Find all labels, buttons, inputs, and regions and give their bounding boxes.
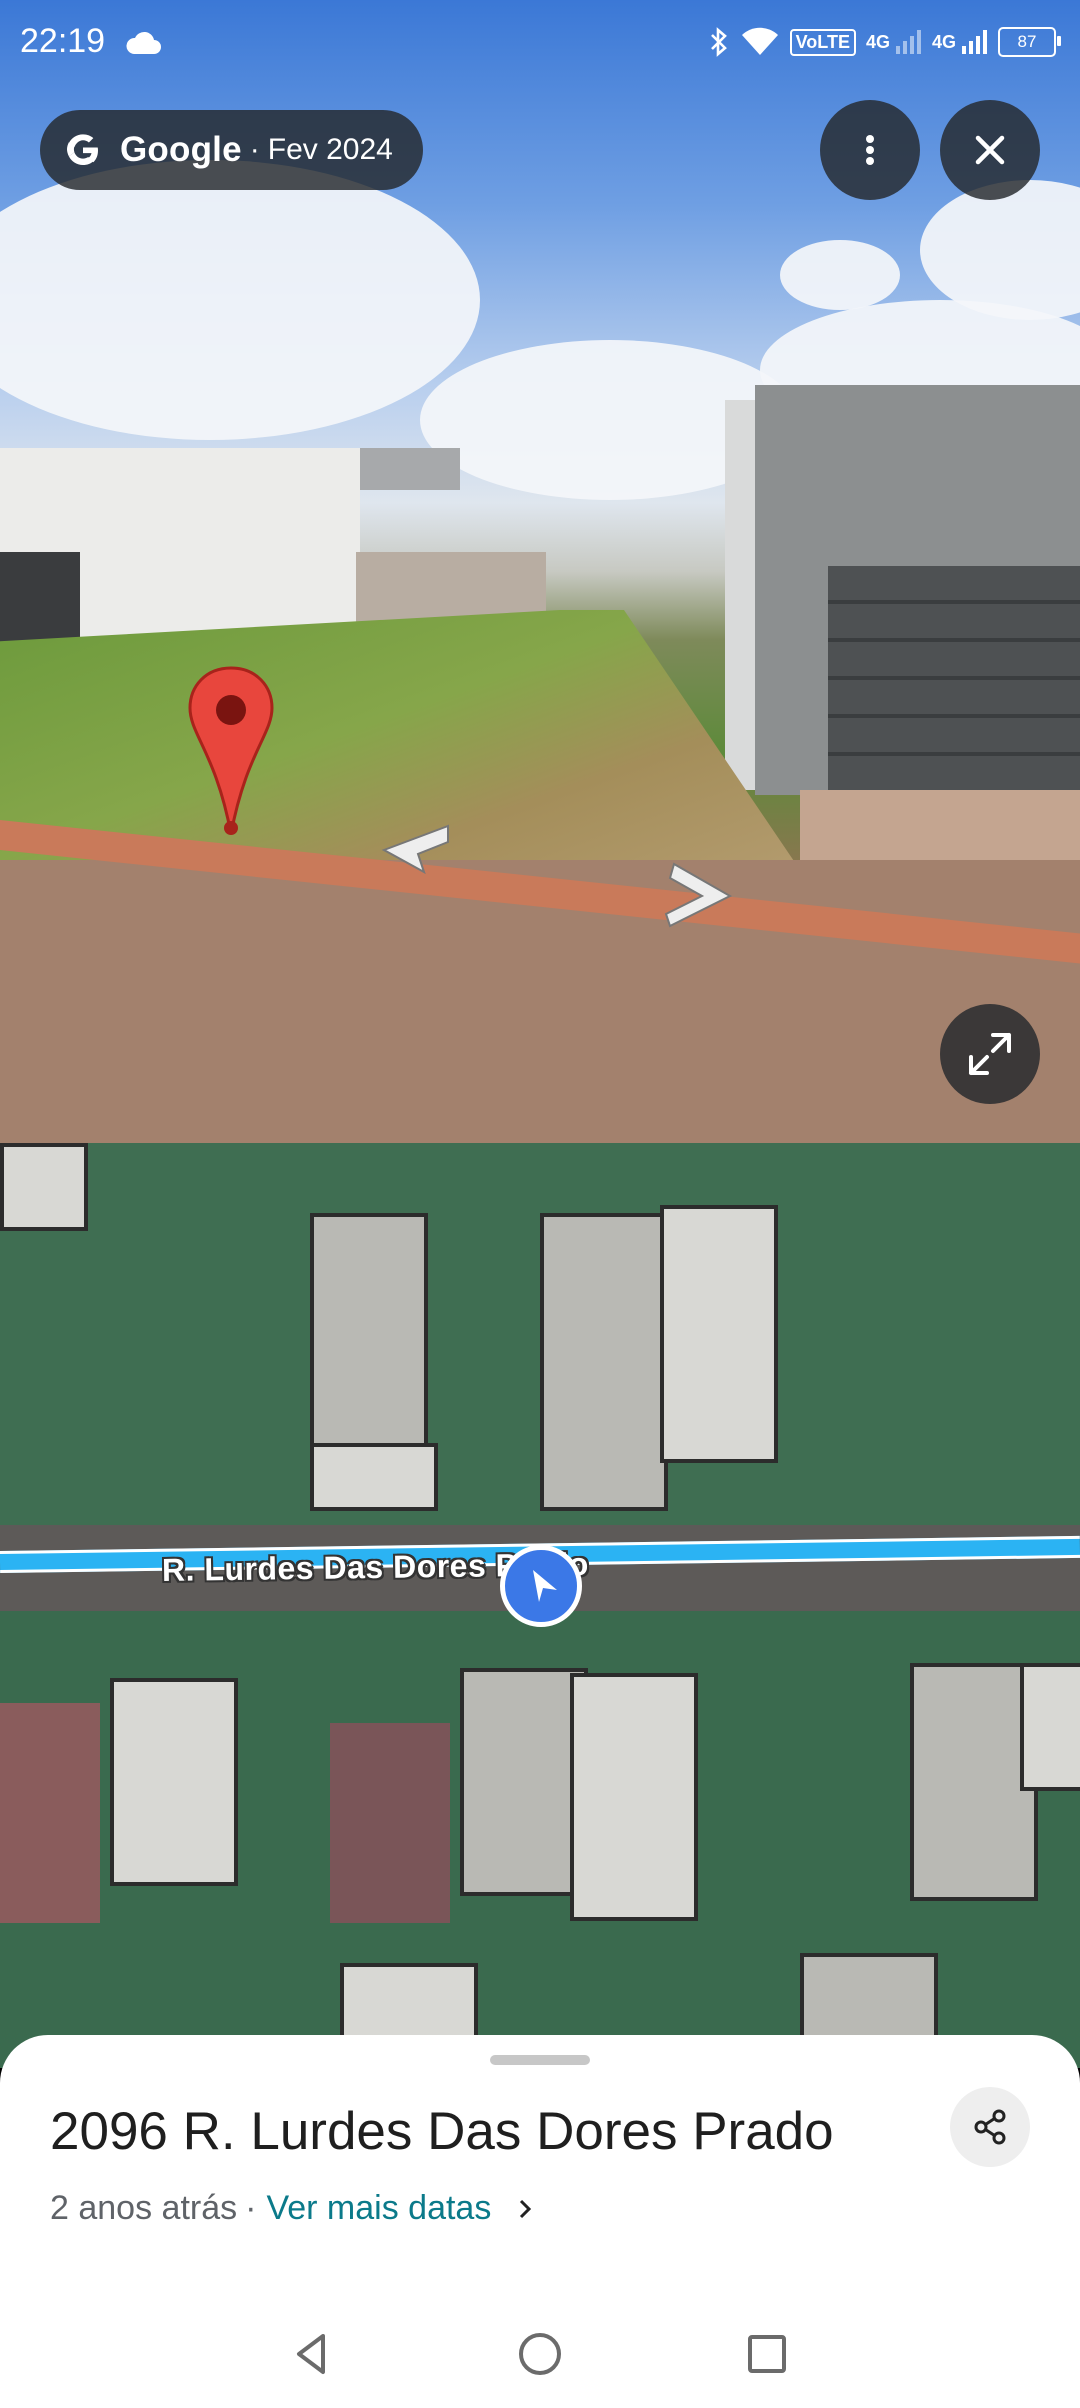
- location-marker[interactable]: [500, 1545, 582, 1627]
- share-icon: [974, 2109, 1006, 2145]
- imagery-age: 2 anos atrás: [50, 2189, 238, 2227]
- system-nav-bar: [0, 2300, 1080, 2408]
- bluetooth-icon: [710, 27, 727, 57]
- navigation-arrow-icon: [533, 1570, 557, 1602]
- imagery-date-chip[interactable]: Google · Fev 2024: [40, 110, 423, 190]
- back-icon[interactable]: [289, 2330, 337, 2378]
- expand-icon: [969, 1033, 1011, 1075]
- building-roof: [910, 1663, 1038, 1901]
- building-roof: [310, 1213, 428, 1461]
- status-bar: 22:19 VoLTE 4G 4G 87: [0, 0, 1080, 90]
- close-button[interactable]: [940, 100, 1040, 200]
- cloud-icon: [126, 31, 161, 54]
- satellite-map[interactable]: R. Lurdes Das Dores Prado: [0, 1143, 1080, 2068]
- building-roof: [1020, 1663, 1080, 1791]
- building-roof: [310, 1443, 438, 1511]
- lot: [330, 1723, 450, 1923]
- battery-level: 87: [1017, 32, 1037, 51]
- building-roof: [540, 1213, 668, 1511]
- nav-arrow-right-icon[interactable]: [660, 862, 732, 928]
- network-type: 4G: [931, 31, 956, 52]
- expand-button[interactable]: [940, 1004, 1040, 1104]
- network-type: 4G: [865, 31, 890, 52]
- building-roof: [570, 1673, 698, 1921]
- recents-icon[interactable]: [743, 2330, 791, 2378]
- more-vert-icon: [866, 135, 874, 165]
- cloud: [920, 180, 1080, 320]
- close-icon: [975, 135, 1005, 165]
- building-roof: [0, 1143, 88, 1231]
- imagery-date: Fev 2024: [267, 133, 393, 166]
- signal-icon: [962, 30, 987, 54]
- more-dates-link[interactable]: Ver mais datas: [266, 2189, 491, 2228]
- separator: ·: [245, 2189, 257, 2227]
- map-pin-icon: [188, 666, 274, 835]
- building-roof: [660, 1205, 778, 1463]
- cloud: [780, 240, 900, 310]
- nav-arrow-left-icon[interactable]: [378, 824, 450, 874]
- drag-handle[interactable]: [490, 2055, 590, 2065]
- lot: [0, 1703, 100, 1923]
- garage-door: [828, 566, 1080, 816]
- share-button[interactable]: [950, 2087, 1030, 2167]
- brand-label: Google: [120, 130, 242, 169]
- street-view-panorama[interactable]: Google · Fev 2024: [0, 0, 1080, 1143]
- building-roof: [460, 1668, 588, 1896]
- battery-indicator: 87: [998, 27, 1061, 57]
- chevron-right-icon[interactable]: [513, 2197, 537, 2221]
- google-g-icon: [67, 134, 98, 165]
- more-options-button[interactable]: [820, 100, 920, 200]
- home-icon[interactable]: [516, 2330, 564, 2378]
- signal-icon: [895, 30, 921, 54]
- wifi-icon: [741, 27, 778, 55]
- cloud: [0, 160, 480, 440]
- building-roof: [110, 1678, 238, 1886]
- place-title: 2096 R. Lurdes Das Dores Prado: [50, 2102, 834, 2161]
- clock: 22:19: [20, 22, 106, 60]
- separator: ·: [249, 133, 260, 166]
- volte-badge: VoLTE: [789, 28, 856, 56]
- imagery-meta: 2 anos atrás · Ver mais datas: [50, 2189, 537, 2228]
- status-icons: VoLTE 4G 4G 87: [708, 26, 1061, 58]
